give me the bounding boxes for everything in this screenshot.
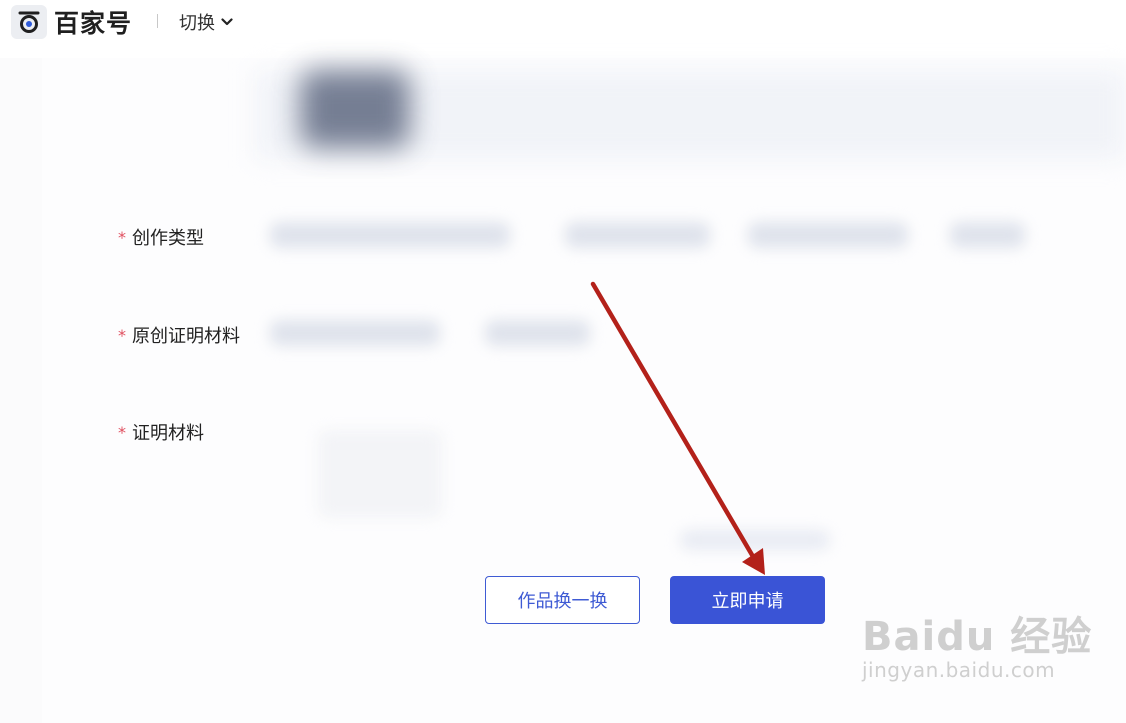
apply-now-button[interactable]: 立即申请 — [670, 576, 825, 624]
required-mark: * — [118, 325, 126, 345]
swap-work-button[interactable]: 作品换一换 — [485, 576, 640, 624]
baijiahao-logo-icon[interactable] — [11, 5, 47, 39]
blurred-option — [270, 320, 440, 346]
blurred-option — [270, 222, 510, 248]
field-label-text: 创作类型 — [132, 228, 204, 249]
baidu-jingyan-watermark: Baidu 经验 jingyan.baidu.com — [862, 604, 1092, 682]
field-label-original-proof: * 原创证明材料 — [118, 322, 240, 348]
blurred-option — [485, 320, 590, 346]
top-bar: 百家号 切换 — [0, 0, 1126, 58]
header-divider — [157, 14, 158, 28]
left-gutter — [0, 58, 42, 723]
switch-label: 切换 — [179, 13, 215, 34]
blurred-option — [950, 222, 1025, 248]
blurred-option — [748, 222, 908, 248]
field-label-proof-materials: * 证明材料 — [118, 419, 204, 445]
switch-account-dropdown[interactable]: 切换 — [179, 9, 233, 35]
field-label-text: 原创证明材料 — [132, 326, 240, 347]
brand-name[interactable]: 百家号 — [54, 4, 132, 40]
chevron-down-icon — [221, 18, 233, 26]
watermark-main: Baidu 经验 — [862, 614, 1093, 660]
blurred-hint — [680, 530, 830, 550]
required-mark: * — [118, 227, 126, 247]
blurred-upload-box — [318, 430, 442, 518]
required-mark: * — [118, 422, 126, 442]
field-label-creation-type: * 创作类型 — [118, 224, 204, 250]
blurred-work-thumbnail — [300, 70, 410, 148]
field-label-text: 证明材料 — [132, 423, 204, 444]
blurred-option — [565, 222, 710, 248]
